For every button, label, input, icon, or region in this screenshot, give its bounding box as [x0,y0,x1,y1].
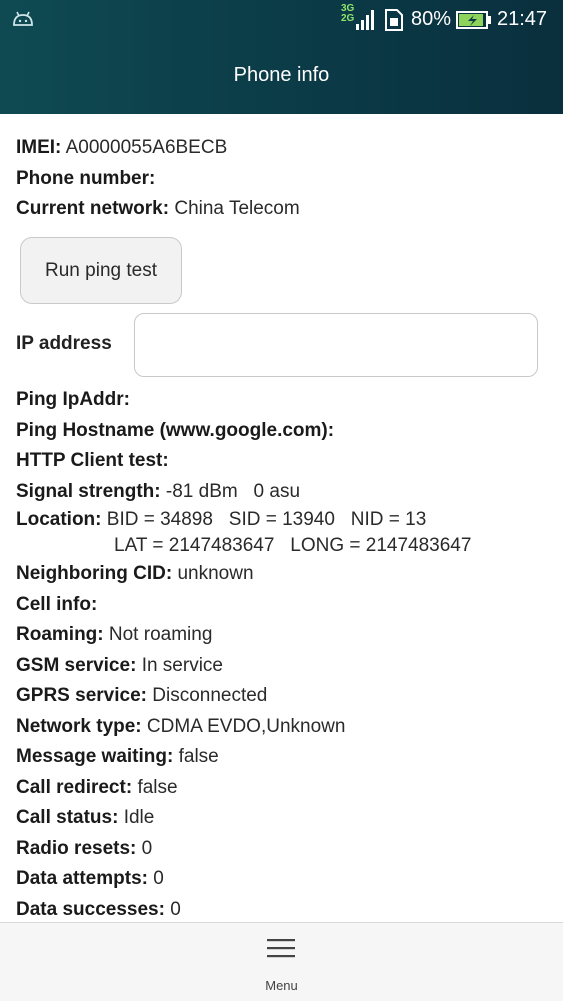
info-label: Call redirect: [16,776,133,798]
info-value: A0000055A6BECB [65,137,228,158]
info-label: Message waiting: [16,746,174,767]
info-value: In service [141,654,223,676]
info-value: China Telecom [174,198,300,219]
info-row-message-waiting: Message waiting: false [16,742,471,773]
page-title: Phone info [233,64,330,86]
battery-percent: 80% [411,8,452,30]
info-row-roaming: Roaming: Not roaming [16,620,471,651]
info-label: Current network: [16,198,170,219]
info-value: LAT = 2147483647 LONG = 2147483647 [114,535,472,556]
info-row-current-network: Current network: China Telecom [16,194,556,225]
info-row-location: Location: BID = 34898 SID = 13940 NID = … [16,507,471,533]
info-row-call-status: Call status: Idle [16,803,471,834]
info-row-cell-info: Cell info: [16,590,471,621]
info-value: Disconnected [152,685,268,706]
phone-info-top: IMEI: A0000055A6BECB Phone number: Curre… [16,133,556,225]
info-label: Roaming: [16,624,104,645]
info-value: 0 [170,898,181,920]
info-value: Idle [123,807,155,828]
run-ping-test-button[interactable]: Run ping test [20,237,182,304]
info-value: CDMA EVDO,Unknown [146,715,346,737]
info-value: 0 [141,837,153,859]
app-header: 3G 2G 80% 21:47 Phone info [0,0,563,114]
info-label: Call status: [16,807,119,828]
info-value: 0 [153,868,164,889]
net-label-2g: 2G [341,13,355,24]
info-label: IMEI: [16,137,62,158]
info-row-location-coords: LAT = 2147483647 LONG = 2147483647 [16,533,471,559]
info-label: GSM service: [16,654,137,676]
info-label: Signal strength: [16,480,161,502]
ip-address-label: IP address [16,333,112,354]
info-row-imei: IMEI: A0000055A6BECB [16,133,556,164]
info-row-data-successes: Data successes: 0 [16,895,471,926]
info-label: Neighboring CID: [16,563,173,584]
info-value: false [178,746,219,767]
info-value: unknown [177,563,254,584]
menu-label[interactable]: Menu [0,978,563,993]
info-row-call-redirect: Call redirect: false [16,773,471,804]
info-row-signal-strength: Signal strength: -81 dBm 0 asu [16,477,471,508]
info-row-neighboring-cid: Neighboring CID: unknown [16,559,471,590]
network-type-badge: 3G 2G [341,4,354,24]
info-label: Phone number: [16,167,156,189]
signal-strength-icon [356,10,374,30]
info-label: HTTP Client test: [16,450,169,471]
info-row-ping-hostname: Ping Hostname (www.google.com): [16,416,471,447]
info-row-http-client-test: HTTP Client test: [16,446,471,477]
info-label: Radio resets: [16,837,137,859]
menu-icon[interactable] [267,937,295,959]
info-row-gsm-service: GSM service: In service [16,651,471,682]
info-label: GPRS service: [16,685,147,706]
info-label: Location: [16,509,102,530]
info-label: Network type: [16,715,142,737]
info-label: Data attempts: [16,868,148,889]
info-row-network-type: Network type: CDMA EVDO,Unknown [16,712,471,743]
info-value: -81 dBm 0 asu [165,480,301,502]
ip-address-input[interactable] [134,313,538,377]
info-row-data-attempts: Data attempts: 0 [16,864,471,895]
info-value: Not roaming [108,624,213,645]
info-row-ping-ipaddr: Ping IpAddr: [16,385,471,416]
info-label: Cell info: [16,593,98,615]
info-row-phone-number: Phone number: [16,164,556,195]
battery-charging-icon [456,11,491,29]
sim-card-icon [385,9,403,31]
info-label: Ping IpAddr: [16,389,130,410]
clock: 21:47 [497,8,548,30]
bottom-menu-bar: Menu [0,922,563,1001]
info-value: BID = 34898 SID = 13940 NID = 13 [106,509,427,530]
phone-info-details: Ping IpAddr: Ping Hostname (www.google.c… [16,385,471,925]
info-value: false [137,776,178,798]
info-row-gprs-service: GPRS service: Disconnected [16,681,471,712]
android-debug-icon [13,11,33,26]
info-label: Ping Hostname (www.google.com): [16,419,335,441]
info-row-radio-resets: Radio resets: 0 [16,834,471,865]
status-bar: 3G 2G 80% 21:47 [0,0,563,42]
info-label: Data successes: [16,898,165,920]
